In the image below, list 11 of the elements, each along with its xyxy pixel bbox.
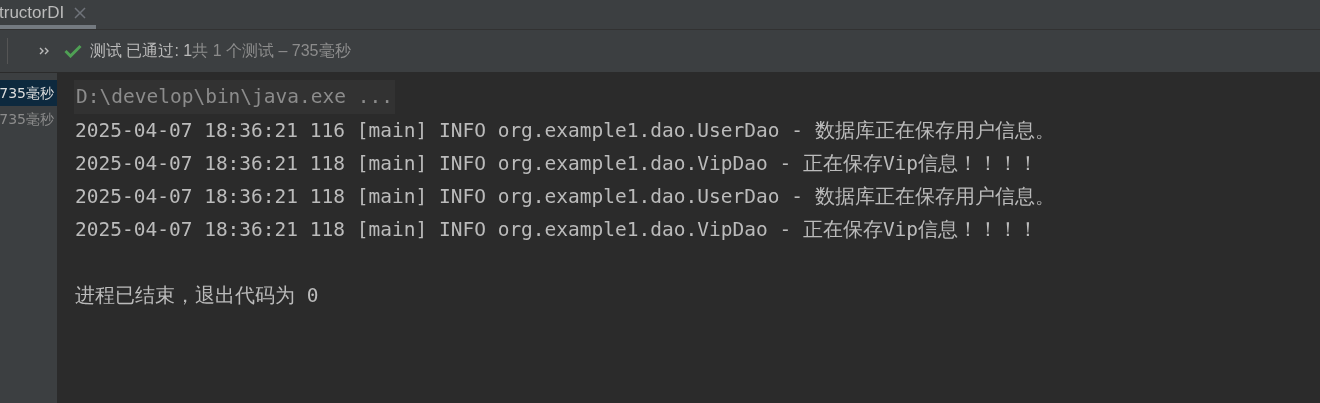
test-tree-item[interactable]: 735毫秒	[0, 80, 57, 106]
exit-message: 进程已结束，退出代码为 0	[75, 283, 320, 309]
test-summary: 共 1 个测试 – 735毫秒	[192, 40, 351, 61]
check-icon	[64, 44, 82, 58]
test-tree-item[interactable]: 735毫秒	[0, 106, 57, 132]
log-line: 2025-04-07 18:36:21 116 [main] INFO org.example1.dao.UserDao - 数据库正在保存用户信息。	[75, 118, 1055, 144]
chevron-icon[interactable]	[38, 46, 50, 56]
log-line: 2025-04-07 18:36:21 118 [main] INFO org.example1.dao.VipDao - 正在保存Vip信息！！！！	[75, 217, 1040, 243]
test-status: 测试 已通过: 1	[90, 40, 193, 61]
log-line: 2025-04-07 18:36:21 118 [main] INFO org.example1.dao.UserDao - 数据库正在保存用户信息。	[75, 184, 1055, 210]
log-line: 2025-04-07 18:36:21 118 [main] INFO org.example1.dao.VipDao - 正在保存Vip信息！！！！	[75, 151, 1040, 177]
